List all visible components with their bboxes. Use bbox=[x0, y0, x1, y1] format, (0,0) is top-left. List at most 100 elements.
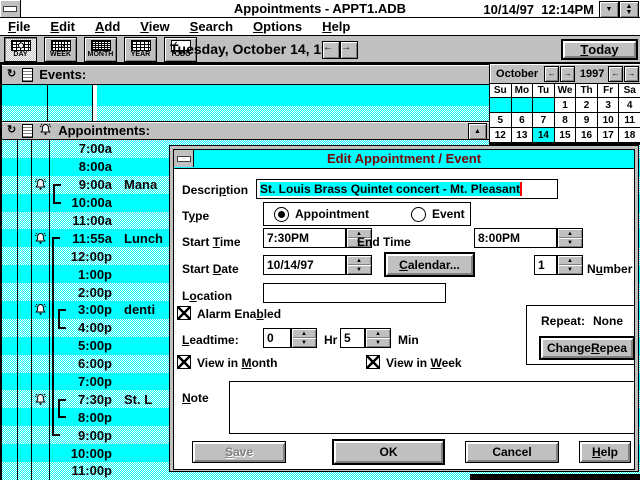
previous-year-button[interactable]: ← bbox=[608, 66, 623, 82]
number-spinner[interactable]: ▲▼ bbox=[557, 255, 583, 275]
alarm-column bbox=[32, 426, 50, 444]
end-time-input[interactable]: 8:00PM bbox=[474, 228, 557, 248]
leadtime-hr-input[interactable]: 0 bbox=[263, 328, 291, 348]
calendar-day-cell[interactable]: 8 bbox=[555, 113, 576, 127]
time-label: 8:00p bbox=[50, 410, 112, 425]
radio-off-icon bbox=[411, 207, 426, 222]
type-event-radio[interactable]: Event bbox=[411, 207, 465, 222]
calendar-day-cell[interactable]: 16 bbox=[576, 128, 597, 142]
spin-up-icon[interactable]: ▲ bbox=[292, 329, 316, 338]
leadtime-hr-spinner[interactable]: ▲▼ bbox=[291, 328, 317, 348]
calendar-day-cell[interactable]: 5 bbox=[490, 113, 511, 127]
row-column bbox=[0, 373, 18, 391]
ok-button[interactable]: OK bbox=[332, 439, 445, 465]
calendar-day-header: Sa bbox=[619, 84, 640, 97]
spin-up-icon[interactable]: ▲ bbox=[366, 329, 390, 338]
start-time-input[interactable]: 7:30PM bbox=[263, 228, 346, 248]
note-textarea[interactable] bbox=[229, 381, 634, 434]
calendar-day-cell[interactable]: 2 bbox=[576, 98, 597, 112]
toolbar-button-day[interactable]: DAY bbox=[4, 37, 37, 62]
toolbar-button-year[interactable]: YEAR bbox=[124, 37, 157, 62]
number-input[interactable]: 1 bbox=[534, 255, 557, 275]
next-day-button[interactable]: → bbox=[340, 41, 358, 59]
calendar-day-cell[interactable]: 11 bbox=[619, 113, 640, 127]
end-time-spinner[interactable]: ▲▼ bbox=[557, 228, 583, 248]
start-date-spinner[interactable]: ▲▼ bbox=[346, 255, 372, 275]
toolbar: DAYWEEKMONTHYEAR✓TODO Tuesday, October 1… bbox=[0, 36, 640, 64]
spin-up-icon[interactable]: ▲ bbox=[558, 256, 582, 265]
calendar-day-cell[interactable]: 10 bbox=[598, 113, 619, 127]
appointment-label: Mana bbox=[112, 177, 157, 192]
toolbar-button-month[interactable]: MONTH bbox=[84, 37, 117, 62]
leadtime-min-spinner[interactable]: ▲▼ bbox=[365, 328, 391, 348]
calendar-day-cell[interactable]: 18 bbox=[619, 128, 640, 142]
alarm-enabled-checkbox[interactable] bbox=[177, 306, 191, 320]
type-group: Appointment Event bbox=[263, 202, 471, 226]
row-column bbox=[18, 247, 32, 265]
spin-up-icon[interactable]: ▲ bbox=[347, 256, 371, 265]
dialog-title-bar[interactable]: Edit Appointment / Event bbox=[174, 150, 634, 169]
minimize-button[interactable]: ▼ bbox=[599, 1, 619, 18]
events-row[interactable] bbox=[0, 85, 489, 106]
calendar-day-cell[interactable]: 17 bbox=[598, 128, 619, 142]
row-column bbox=[18, 390, 32, 408]
calendar-day-cell[interactable]: 4 bbox=[619, 98, 640, 112]
cancel-button[interactable]: Cancel bbox=[465, 441, 559, 463]
calendar-day-cell[interactable]: 13 bbox=[512, 128, 533, 142]
calendar-day-cell[interactable]: 1 bbox=[555, 98, 576, 112]
view-in-week-checkbox[interactable] bbox=[366, 355, 380, 369]
spin-down-icon[interactable]: ▼ bbox=[558, 265, 582, 274]
spin-down-icon[interactable]: ▼ bbox=[558, 238, 582, 247]
next-year-button[interactable]: → bbox=[624, 66, 639, 82]
spin-up-icon[interactable]: ▲ bbox=[558, 229, 582, 238]
calendar-day-cell[interactable]: 14 bbox=[533, 128, 554, 142]
help-button[interactable]: Help bbox=[579, 441, 631, 463]
today-button[interactable]: Today bbox=[561, 39, 638, 60]
appointments-section-header: ↻ Appointments: ▲ bbox=[0, 121, 490, 140]
app-window: Appointments - APPT1.ADB 10/14/97 12:14P… bbox=[0, 0, 640, 480]
time-label: 2:00p bbox=[50, 285, 112, 300]
spin-down-icon[interactable]: ▼ bbox=[366, 338, 390, 347]
calendar-day-cell[interactable]: 15 bbox=[555, 128, 576, 142]
change-repeat-button[interactable]: Change Repea bbox=[539, 336, 634, 360]
hr-label: Hr bbox=[324, 333, 337, 347]
calendar-day-header: Th bbox=[576, 84, 597, 97]
scroll-up-button[interactable]: ▲ bbox=[468, 123, 487, 140]
row-column bbox=[18, 194, 32, 212]
menu-item-options[interactable]: Options bbox=[243, 19, 312, 34]
spin-down-icon[interactable]: ▼ bbox=[347, 265, 371, 274]
description-input[interactable]: St. Louis Brass Quintet concert - Mt. Pl… bbox=[256, 179, 558, 199]
menu-item-search[interactable]: Search bbox=[180, 19, 243, 34]
previous-day-button[interactable]: ← bbox=[322, 41, 340, 59]
restore-button[interactable]: ▲▼ bbox=[619, 1, 639, 18]
calendar-day-cell[interactable]: 7 bbox=[533, 113, 554, 127]
start-date-input[interactable]: 10/14/97 bbox=[263, 255, 346, 275]
toolbar-button-week[interactable]: WEEK bbox=[44, 37, 77, 62]
calendar-day-cell[interactable]: 12 bbox=[490, 128, 511, 142]
row-column bbox=[0, 194, 18, 212]
row-column bbox=[0, 355, 18, 373]
leadtime-min-input[interactable]: 5 bbox=[340, 328, 365, 348]
calendar-day-cell[interactable]: 3 bbox=[598, 98, 619, 112]
menu-item-file[interactable]: File bbox=[0, 19, 40, 34]
calendar-day-cell[interactable]: 9 bbox=[576, 113, 597, 127]
time-label: 7:00a bbox=[50, 141, 112, 156]
alarm-column bbox=[32, 301, 50, 319]
type-appointment-radio[interactable]: Appointment bbox=[274, 207, 369, 222]
row-column bbox=[18, 265, 32, 283]
view-in-month-checkbox[interactable] bbox=[177, 355, 191, 369]
save-button[interactable]: Save bbox=[192, 441, 286, 463]
menu-item-view[interactable]: View bbox=[130, 19, 179, 34]
menu-item-add[interactable]: Add bbox=[85, 19, 130, 34]
next-month-button[interactable]: → bbox=[560, 66, 575, 82]
view-in-month-label: View in Month bbox=[197, 356, 277, 370]
location-input[interactable] bbox=[263, 283, 446, 303]
menu-item-edit[interactable]: Edit bbox=[40, 19, 85, 34]
spin-down-icon[interactable]: ▼ bbox=[292, 338, 316, 347]
menu-item-help[interactable]: Help bbox=[312, 19, 360, 34]
appointments-title: Appointments: bbox=[58, 123, 150, 138]
calendar-button[interactable]: Calendar... bbox=[384, 252, 475, 277]
events-row[interactable] bbox=[0, 106, 489, 121]
previous-month-button[interactable]: ← bbox=[544, 66, 559, 82]
calendar-day-cell[interactable]: 6 bbox=[512, 113, 533, 127]
